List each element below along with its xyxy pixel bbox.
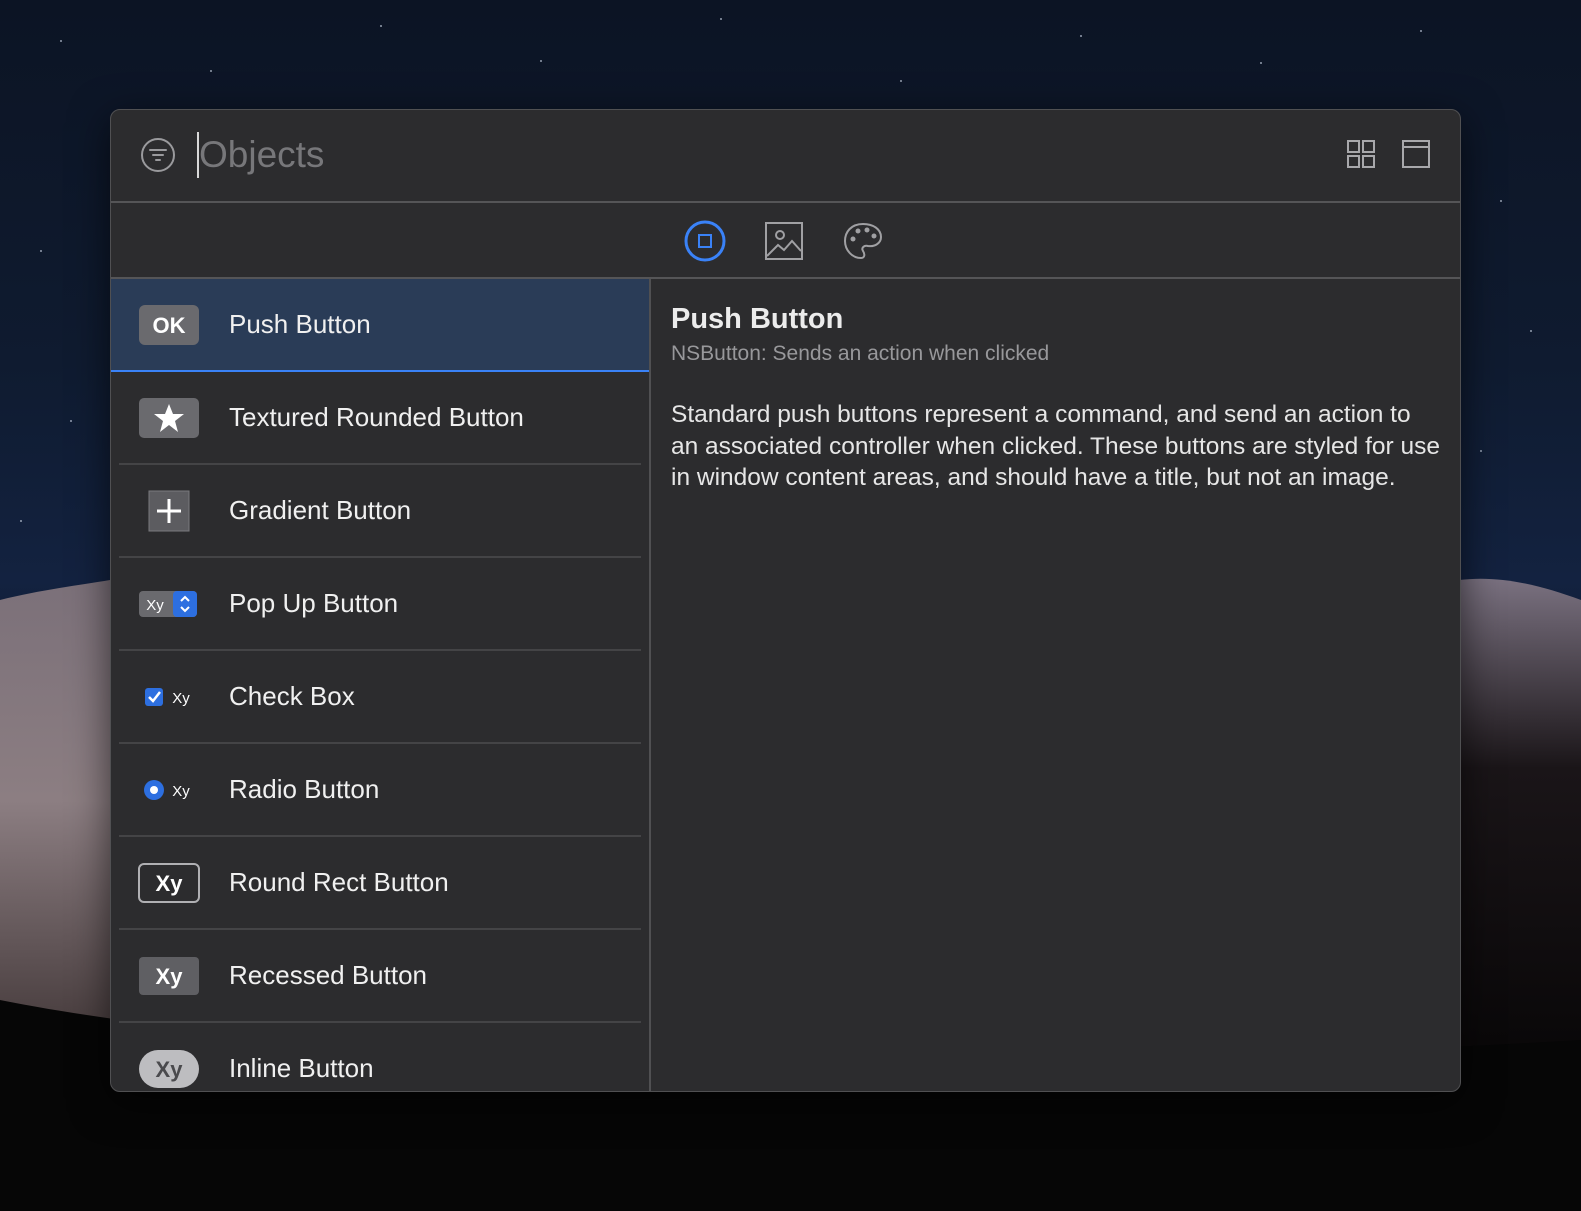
- detail-pane: Push Button NSButton: Sends an action wh…: [671, 299, 1441, 494]
- search-bar: [111, 110, 1460, 203]
- svg-text:OK: OK: [153, 313, 186, 338]
- list-item-push-button[interactable]: OK Push Button: [111, 279, 649, 372]
- check-box-thumbnail: Xy: [145, 688, 190, 707]
- object-library-panel: OK Push Button Textured Rounded Button G…: [110, 109, 1461, 1092]
- list-item-textured-rounded-button[interactable]: Textured Rounded Button: [111, 372, 649, 465]
- list-item-label: Radio Button: [229, 774, 380, 804]
- detail-title: Push Button: [671, 303, 844, 335]
- search-input[interactable]: [199, 130, 1199, 180]
- list-item-check-box[interactable]: Xy Check Box: [111, 651, 649, 744]
- filter-icon[interactable]: [140, 137, 176, 173]
- media-icon[interactable]: [763, 220, 805, 262]
- round-rect-button-thumbnail: Xy: [138, 863, 200, 903]
- star-icon: [139, 398, 199, 438]
- list-item-label: Check Box: [229, 681, 355, 711]
- svg-text:Xy: Xy: [156, 1057, 184, 1082]
- list-item-label: Push Button: [229, 309, 371, 339]
- list-item-recessed-button[interactable]: Xy Recessed Button: [111, 930, 649, 1023]
- detail-subtitle: NSButton: Sends an action when clicked: [671, 342, 1050, 365]
- list-item-gradient-button[interactable]: Gradient Button: [111, 465, 649, 558]
- svg-text:Xy: Xy: [172, 783, 190, 800]
- list-item-label: Recessed Button: [229, 960, 428, 990]
- recessed-button-thumbnail: Xy: [139, 957, 199, 995]
- list-item-radio-button[interactable]: Xy Radio Button: [111, 744, 649, 837]
- objects-icon[interactable]: [684, 220, 726, 262]
- list-item-pop-up-button[interactable]: Xy Pop Up Button: [111, 558, 649, 651]
- library-segment-bar: [111, 203, 1460, 279]
- list-item-round-rect-button[interactable]: Xy Round Rect Button: [111, 837, 649, 930]
- list-item-label: Pop Up Button: [229, 588, 399, 618]
- svg-text:Xy: Xy: [146, 597, 164, 614]
- detail-description: Standard push buttons represent a comman…: [671, 401, 1440, 492]
- grid-view-icon[interactable]: [1346, 139, 1376, 169]
- split-divider[interactable]: [649, 279, 651, 1091]
- list-item-inline-button[interactable]: Xy Inline Button: [111, 1023, 649, 1091]
- plus-icon: [148, 490, 190, 532]
- list-item-label: Inline Button: [229, 1053, 374, 1083]
- inline-button-thumbnail: Xy: [139, 1050, 199, 1088]
- list-item-label: Gradient Button: [229, 495, 412, 525]
- object-list: OK Push Button Textured Rounded Button G…: [111, 279, 649, 1091]
- window-icon[interactable]: [1401, 139, 1431, 169]
- svg-text:Xy: Xy: [156, 871, 184, 896]
- pop-up-button-thumbnail: Xy: [139, 591, 197, 617]
- svg-text:Xy: Xy: [172, 690, 190, 707]
- list-item-label: Round Rect Button: [229, 867, 449, 897]
- push-button-thumbnail: OK: [139, 305, 199, 345]
- radio-button-thumbnail: Xy: [144, 780, 190, 800]
- svg-text:Xy: Xy: [156, 964, 184, 989]
- list-item-label: Textured Rounded Button: [229, 402, 524, 432]
- colors-palette-icon[interactable]: [842, 220, 884, 262]
